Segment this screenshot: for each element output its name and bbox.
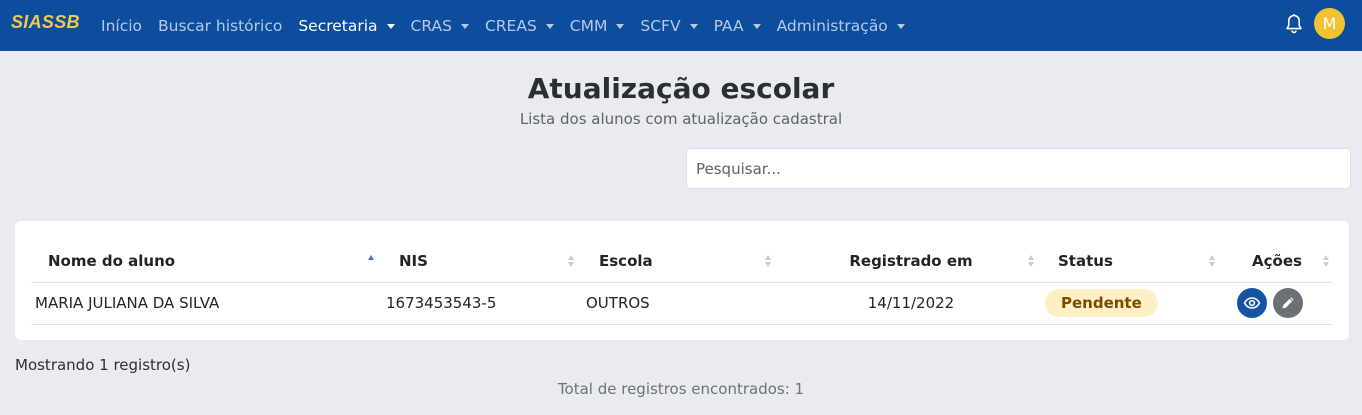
status-badge: Pendente [1045,289,1158,317]
records-showing: Mostrando 1 registro(s) [15,356,191,374]
nav-item-label: PAA [713,16,744,35]
column-header-acoes[interactable]: Ações [1221,240,1333,283]
nav-menu: Início Buscar histórico Secretaria CRAS … [101,0,921,51]
caret-down-icon [689,23,698,29]
caret-down-icon [896,23,905,29]
nav-item-secretaria[interactable]: Secretaria [298,16,395,35]
nav-item-administracao[interactable]: Administração [777,17,905,35]
column-header-nome[interactable]: Nome do aluno [31,240,381,283]
caret-down-icon [386,23,395,29]
edit-button[interactable] [1273,288,1303,318]
nav-item-buscar-historico[interactable]: Buscar histórico [158,17,282,35]
column-header-label: Registrado em [849,251,973,270]
results-card: Nome do aluno NIS Escola Registrado em S… [15,221,1349,340]
sort-asc-icon[interactable] [368,254,374,267]
view-button[interactable] [1237,288,1267,318]
cell-acoes [1221,282,1333,325]
nav-item-label: Buscar histórico [158,16,283,35]
brand-logo[interactable]: SIASSB [11,12,80,33]
sort-icon[interactable] [568,254,574,267]
sort-icon[interactable] [765,254,771,267]
nav-item-cmm[interactable]: CMM [570,17,625,35]
nav-item-label: CMM [569,16,608,35]
caret-down-icon [752,23,761,29]
avatar[interactable]: M [1314,8,1345,39]
bell-icon[interactable] [1284,13,1304,35]
column-header-label: NIS [399,251,428,270]
nav-item-scfv[interactable]: SCFV [640,16,698,35]
search-input[interactable] [686,148,1351,189]
eye-icon [1243,297,1261,309]
nav-item-label: Administração [776,16,888,35]
nav-item-paa[interactable]: PAA [714,17,761,35]
cell-nis: 1673453543-5 [381,282,581,325]
column-header-nis[interactable]: NIS [381,240,581,283]
cell-status: Pendente [1041,282,1221,325]
column-header-escola[interactable]: Escola [581,240,781,283]
column-header-label: Nome do aluno [48,251,176,270]
nav-item-label: CRAS [410,16,452,35]
top-navbar: SIASSB Início Buscar histórico Secretari… [0,0,1362,51]
students-table: Nome do aluno NIS Escola Registrado em S… [31,240,1333,325]
nav-item-label: CREAS [484,16,537,35]
caret-down-icon [545,23,554,29]
column-header-status[interactable]: Status [1041,240,1221,283]
caret-down-icon [460,23,469,29]
nav-item-label: Início [101,16,143,35]
sort-icon[interactable] [1028,254,1034,267]
nav-item-label: SCFV [640,16,681,35]
cell-escola: OUTROS [581,282,781,325]
column-header-label: Escola [599,251,653,270]
caret-down-icon [616,23,625,29]
nav-item-cras[interactable]: CRAS [411,17,469,35]
nav-item-creas[interactable]: CREAS [485,17,554,35]
sort-icon[interactable] [1323,254,1329,267]
cell-nome: MARIA JULIANA DA SILVA [31,282,381,325]
table-row: MARIA JULIANA DA SILVA 1673453543-5 OUTR… [31,282,1333,325]
column-header-registrado[interactable]: Registrado em [781,240,1041,283]
page-subtitle: Lista dos alunos com atualização cadastr… [519,110,843,128]
records-total: Total de registros encontrados: 1 [557,380,805,398]
sort-icon[interactable] [1209,254,1215,267]
page-title: Atualização escolar [527,72,835,105]
column-header-label: Status [1058,251,1113,270]
column-header-label: Ações [1252,251,1302,270]
cell-registrado: 14/11/2022 [781,282,1041,325]
nav-item-inicio[interactable]: Início [101,17,142,35]
nav-item-label: Secretaria [298,16,378,35]
pencil-icon [1282,297,1294,309]
table-header-row: Nome do aluno NIS Escola Registrado em S… [31,240,1333,283]
